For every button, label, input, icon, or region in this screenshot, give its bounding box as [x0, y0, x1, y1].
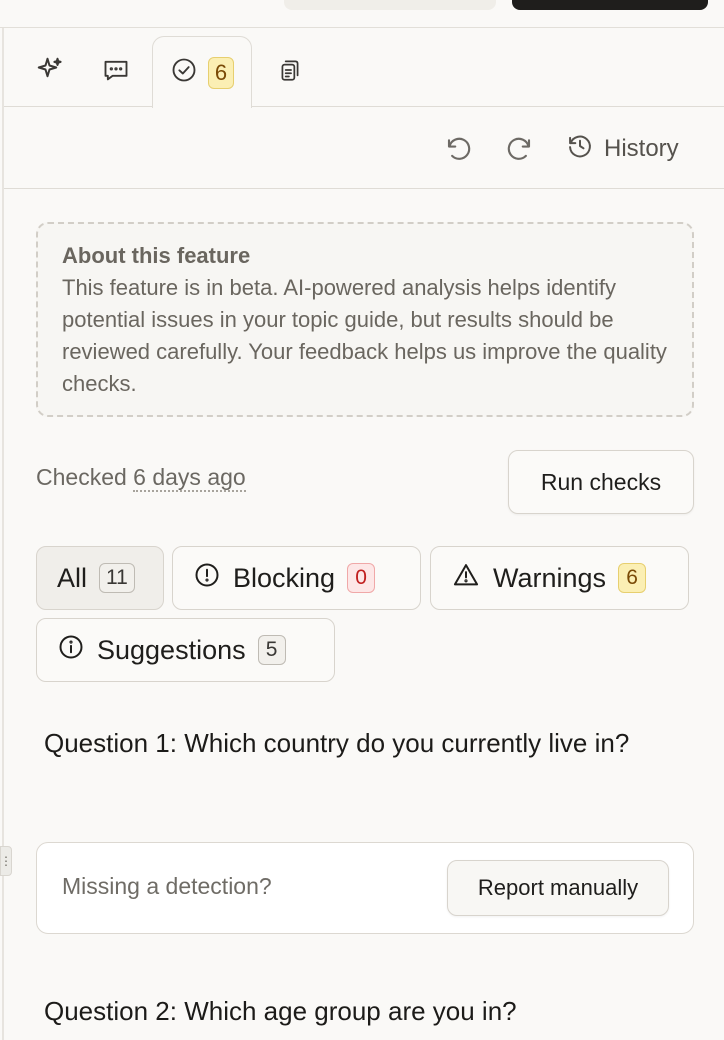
missing-detection-label: Missing a detection? [62, 873, 272, 899]
filter-blocking-label: Blocking [233, 562, 336, 593]
last-checked-status: Checked 6 days ago [36, 464, 246, 492]
filter-warnings-label: Warnings [493, 562, 607, 593]
tab-issue-count-badge: 6 [208, 56, 234, 89]
filter-all-label: All [57, 562, 88, 593]
filter-all-count: 11 [99, 563, 135, 593]
info-title: About this feature [62, 243, 251, 268]
top-header-strip [0, 0, 724, 28]
history-toolbar: History [4, 108, 724, 189]
history-label: History [604, 135, 679, 162]
info-circle-icon [57, 633, 85, 668]
history-button[interactable]: History [566, 130, 679, 168]
alert-circle-icon [193, 561, 221, 596]
filter-warnings-count: 6 [618, 563, 647, 593]
run-checks-button[interactable]: Run checks [508, 450, 694, 514]
checked-prefix: Checked [36, 464, 127, 490]
comment-icon [102, 56, 130, 89]
redo-icon[interactable] [504, 134, 534, 164]
filter-blocking[interactable]: Blocking 0 [172, 546, 421, 610]
info-text: This feature is in beta. AI-powered anal… [62, 275, 667, 396]
tab-comments[interactable] [94, 38, 138, 107]
beta-info-box: About this feature This feature is in be… [36, 222, 694, 417]
side-panel: 6 History About this feature This featur… [2, 28, 724, 1040]
top-primary-button[interactable] [512, 0, 708, 10]
app-root: 6 History About this feature This featur… [0, 0, 724, 1040]
report-manually-button[interactable]: Report manually [447, 860, 669, 916]
missing-detection-box: Missing a detection? Report manually [36, 842, 694, 934]
check-circle-icon [170, 56, 198, 89]
checked-time[interactable]: 6 days ago [133, 464, 246, 492]
history-clock-icon [566, 132, 594, 167]
tab-ai-assistant[interactable] [28, 38, 72, 107]
sparkle-icon [35, 55, 65, 90]
filter-suggestions[interactable]: Suggestions 5 [36, 618, 335, 682]
tab-quality-checks[interactable]: 6 [152, 36, 252, 108]
tab-documents[interactable] [268, 38, 312, 107]
question-1-title: Question 1: Which country do you current… [44, 728, 630, 758]
filter-suggestions-label: Suggestions [97, 634, 246, 665]
warning-triangle-icon [451, 561, 481, 596]
filter-blocking-count: 0 [347, 563, 376, 593]
panel-tab-bar: 6 [4, 28, 724, 108]
undo-icon[interactable] [444, 134, 474, 164]
filter-warnings[interactable]: Warnings 6 [430, 546, 689, 610]
question-2-title: Question 2: Which age group are you in? [44, 996, 517, 1026]
document-icon [277, 56, 303, 89]
filter-suggestions-count: 5 [257, 635, 286, 665]
panel-resize-handle[interactable]: ⋮ [0, 846, 12, 876]
filter-all[interactable]: All 11 [36, 546, 164, 610]
top-secondary-button[interactable] [284, 0, 496, 10]
